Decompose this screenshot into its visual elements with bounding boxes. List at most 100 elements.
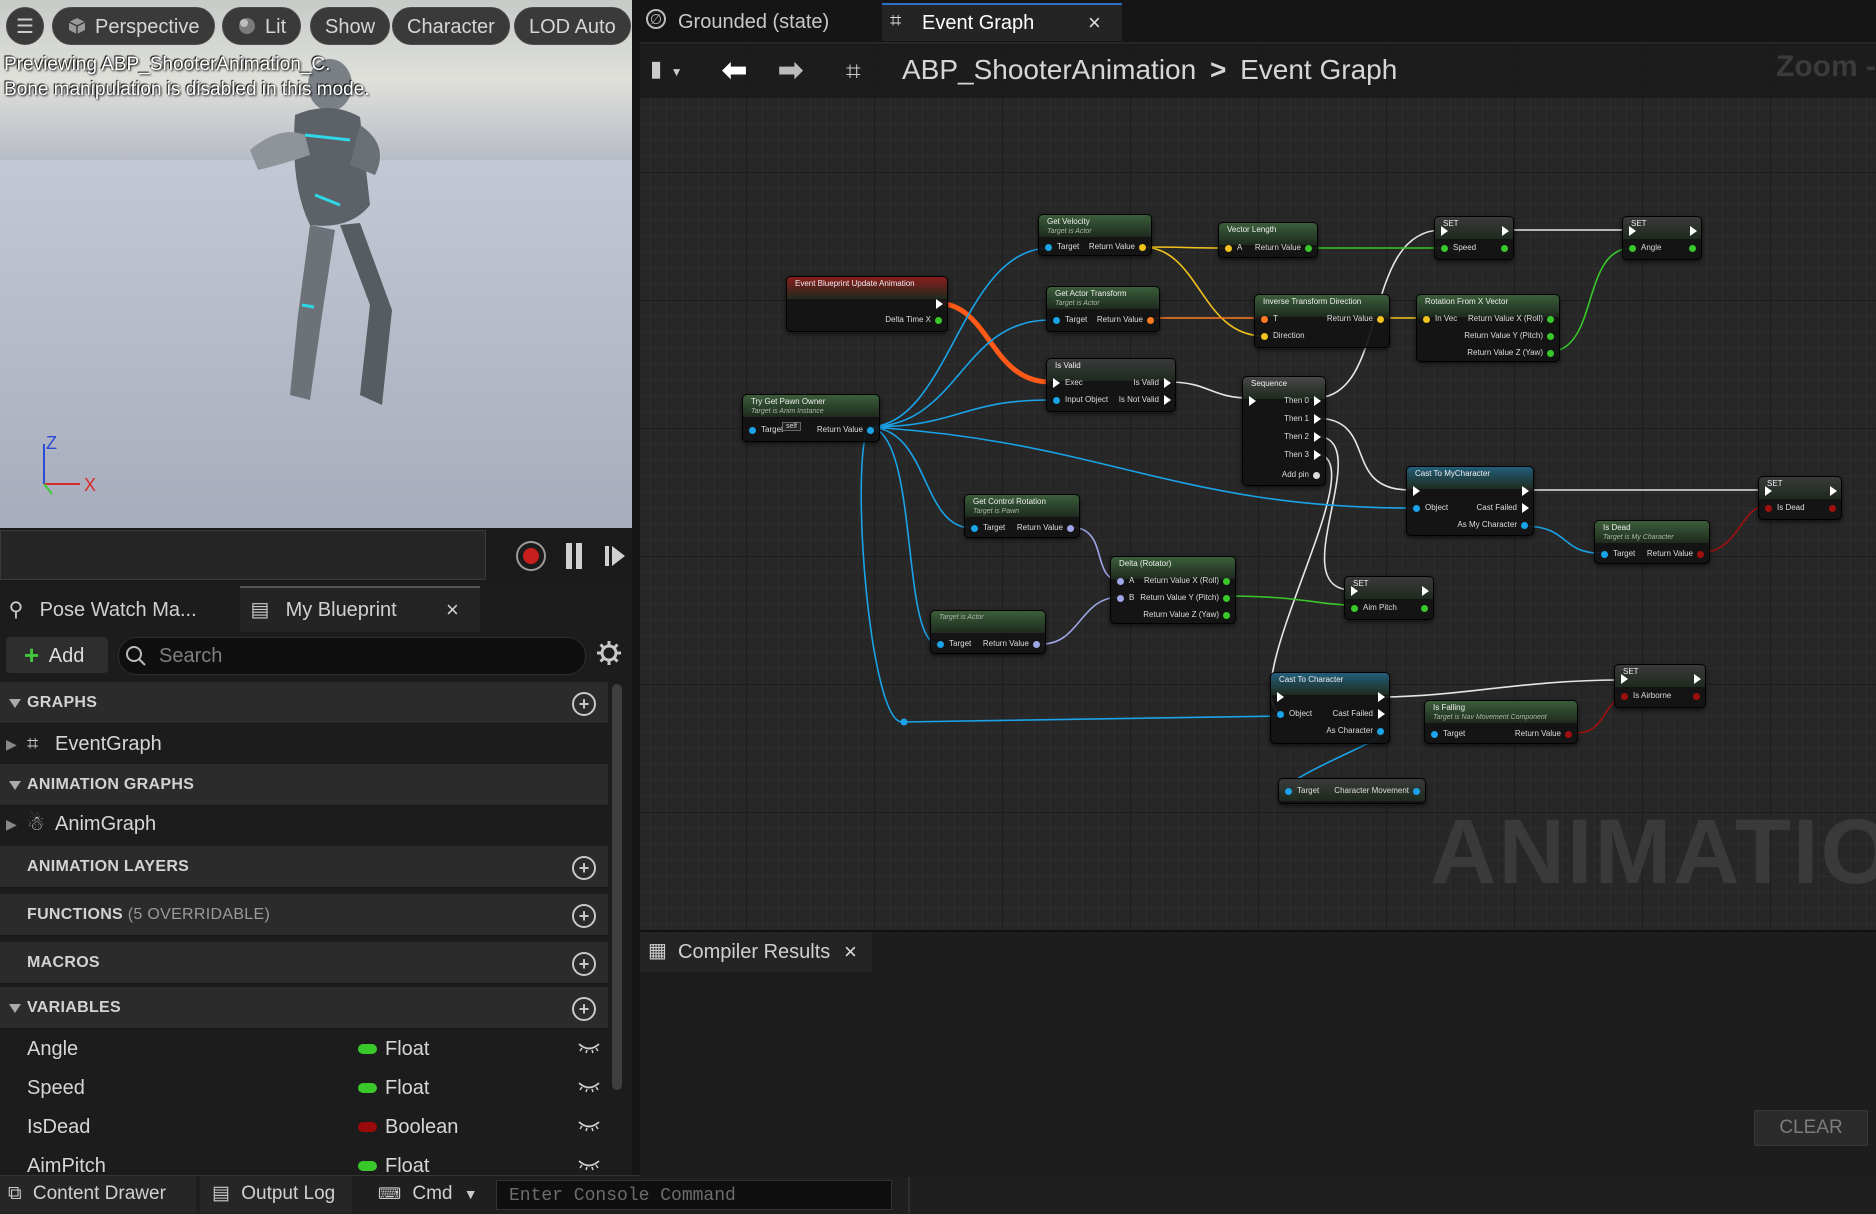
input-pin[interactable]: [1285, 788, 1292, 795]
exec-pin[interactable]: [1378, 692, 1385, 702]
input-pin[interactable]: [1277, 711, 1284, 718]
output-pin[interactable]: [1223, 578, 1230, 585]
tab-event-graph[interactable]: ⌗ Event Graph ×: [882, 3, 1122, 41]
get-velocity-node[interactable]: Get Velocity Target is Actor Target Return …: [1038, 214, 1152, 256]
tab-compiler-results[interactable]: ▦ Compiler Results ×: [640, 932, 872, 972]
exec-pin[interactable]: [1314, 396, 1321, 406]
tab-grounded-state[interactable]: ∅ Grounded (state): [640, 3, 880, 41]
eye-closed-icon[interactable]: [578, 1119, 600, 1133]
input-pin[interactable]: [1117, 595, 1124, 602]
lod-button[interactable]: LOD Auto: [514, 7, 631, 45]
close-my-blueprint-icon[interactable]: ×: [446, 590, 459, 630]
character-button[interactable]: Character: [392, 7, 510, 45]
breadcrumb-asset[interactable]: ABP_ShooterAnimation: [902, 54, 1196, 85]
output-pin[interactable]: [867, 427, 874, 434]
output-pin[interactable]: [1521, 522, 1528, 529]
exec-pin[interactable]: [1314, 450, 1321, 460]
functions-section-header[interactable]: FUNCTIONS (5 OVERRIDABLE) +: [0, 894, 608, 936]
exec-pin[interactable]: [1694, 674, 1701, 684]
cmd-dropdown[interactable]: ⌨ Cmd ▼: [378, 1175, 478, 1213]
exec-pin[interactable]: [1621, 674, 1628, 684]
input-pin[interactable]: [1117, 578, 1124, 585]
close-compiler-icon[interactable]: ×: [844, 932, 857, 972]
character-movement-node[interactable]: Target Character Movement: [1278, 778, 1426, 804]
exec-pin[interactable]: [1378, 709, 1385, 719]
forward-arrow-icon[interactable]: ➡: [778, 54, 812, 88]
variables-section-header[interactable]: VARIABLES +: [0, 987, 608, 1029]
playback-field[interactable]: [0, 530, 486, 580]
console-input[interactable]: Enter Console Command: [496, 1180, 892, 1210]
input-pin[interactable]: [1629, 245, 1636, 252]
macros-section-header[interactable]: MACROS +: [0, 942, 608, 984]
add-graph-icon[interactable]: +: [572, 692, 596, 716]
close-tab-icon[interactable]: ×: [1088, 5, 1101, 41]
output-pin[interactable]: [1033, 641, 1040, 648]
set-aim-pitch-node[interactable]: SET Aim Pitch: [1344, 576, 1434, 620]
set-angle-node[interactable]: SET Angle: [1622, 216, 1702, 260]
input-pin[interactable]: [937, 641, 944, 648]
input-pin[interactable]: [1261, 316, 1268, 323]
set-speed-node[interactable]: SET Speed: [1434, 216, 1514, 260]
output-pin[interactable]: [1313, 472, 1320, 479]
anim-graphs-section-header[interactable]: ANIMATION GRAPHS: [0, 764, 608, 806]
exec-pin[interactable]: [1522, 486, 1529, 496]
search-input[interactable]: Search: [118, 637, 586, 675]
output-pin[interactable]: [1697, 551, 1704, 558]
input-pin[interactable]: [1413, 505, 1420, 512]
output-pin[interactable]: [1223, 595, 1230, 602]
exec-pin[interactable]: [1690, 226, 1697, 236]
eye-closed-icon[interactable]: [578, 1041, 600, 1055]
eye-closed-icon[interactable]: [578, 1080, 600, 1094]
exec-pin[interactable]: [1765, 486, 1772, 496]
variable-row[interactable]: AimPitch Float: [0, 1146, 608, 1175]
reroute-node[interactable]: [900, 718, 908, 726]
variable-row[interactable]: IsDead Boolean: [0, 1107, 608, 1147]
exec-pin[interactable]: [1164, 395, 1171, 405]
settings-gear-icon[interactable]: [596, 640, 622, 666]
input-pin[interactable]: [1225, 245, 1232, 252]
cast-to-character-node[interactable]: Cast To Character Object Cast Failed As Cha…: [1270, 672, 1390, 744]
left-panel-scrollbar[interactable]: [612, 684, 622, 1090]
input-pin[interactable]: [1053, 397, 1060, 404]
step-forward-button[interactable]: [604, 544, 626, 568]
exec-pin[interactable]: [1249, 396, 1256, 406]
back-arrow-icon[interactable]: ⬅: [722, 54, 756, 88]
graphs-section-header[interactable]: GRAPHS +: [0, 682, 608, 724]
vector-length-node[interactable]: Vector Length A Return Value: [1218, 222, 1318, 258]
is-valid-node[interactable]: Is Valid Exec Input Object Is Valid Is Not V…: [1046, 358, 1176, 412]
event-update-node[interactable]: Event Blueprint Update Animation Delta Ti…: [786, 276, 948, 332]
exec-pin[interactable]: [1502, 226, 1509, 236]
record-button[interactable]: [516, 541, 546, 571]
add-function-icon[interactable]: +: [572, 904, 596, 928]
tree-item-anim-graph[interactable]: ▶ ☃ AnimGraph: [0, 804, 608, 844]
add-macro-icon[interactable]: +: [572, 952, 596, 976]
exec-pin[interactable]: [1422, 586, 1429, 596]
get-control-rotation-node[interactable]: Get Control Rotation Target is Pawn Target…: [964, 494, 1080, 538]
output-pin[interactable]: [1547, 350, 1554, 357]
cast-to-mycharacter-node[interactable]: Cast To MyCharacter Object Cast Failed As M…: [1406, 466, 1534, 536]
input-pin[interactable]: [1621, 693, 1628, 700]
input-pin[interactable]: [1351, 605, 1358, 612]
input-pin[interactable]: [1601, 551, 1608, 558]
output-pin[interactable]: [1139, 244, 1146, 251]
delta-rotator-node[interactable]: Delta (Rotator) A B Return Value X (Roll) Re…: [1110, 556, 1236, 624]
tree-item-event-graph[interactable]: ▶ ⌗ EventGraph: [0, 724, 608, 764]
anim-layers-section-header[interactable]: ANIMATION LAYERS +: [0, 846, 608, 888]
variable-row[interactable]: Speed Float: [0, 1068, 608, 1108]
perspective-button[interactable]: Perspective: [52, 7, 215, 45]
get-actor-rotation-node[interactable]: Target is Actor Target Return Value: [930, 610, 1046, 654]
variable-row[interactable]: Angle Float: [0, 1029, 608, 1069]
is-dead-node[interactable]: Is Dead Target is My Character Target Retur…: [1594, 520, 1710, 564]
add-button[interactable]: + Add: [6, 637, 108, 673]
exec-pin[interactable]: [1277, 692, 1284, 702]
input-pin[interactable]: [749, 427, 756, 434]
sequence-node[interactable]: Sequence Then 0 Then 1 Then 2 Then 3 Add pin: [1242, 376, 1326, 486]
rotation-from-x-vector-node[interactable]: Rotation From X Vector In Vec Return Value…: [1416, 294, 1560, 362]
output-pin[interactable]: [1421, 605, 1428, 612]
exec-pin[interactable]: [1522, 503, 1529, 513]
input-pin[interactable]: [1765, 505, 1772, 512]
pause-button[interactable]: [565, 543, 583, 569]
exec-pin[interactable]: [1164, 378, 1171, 388]
exec-pin[interactable]: [936, 299, 943, 309]
output-pin[interactable]: [1223, 612, 1230, 619]
